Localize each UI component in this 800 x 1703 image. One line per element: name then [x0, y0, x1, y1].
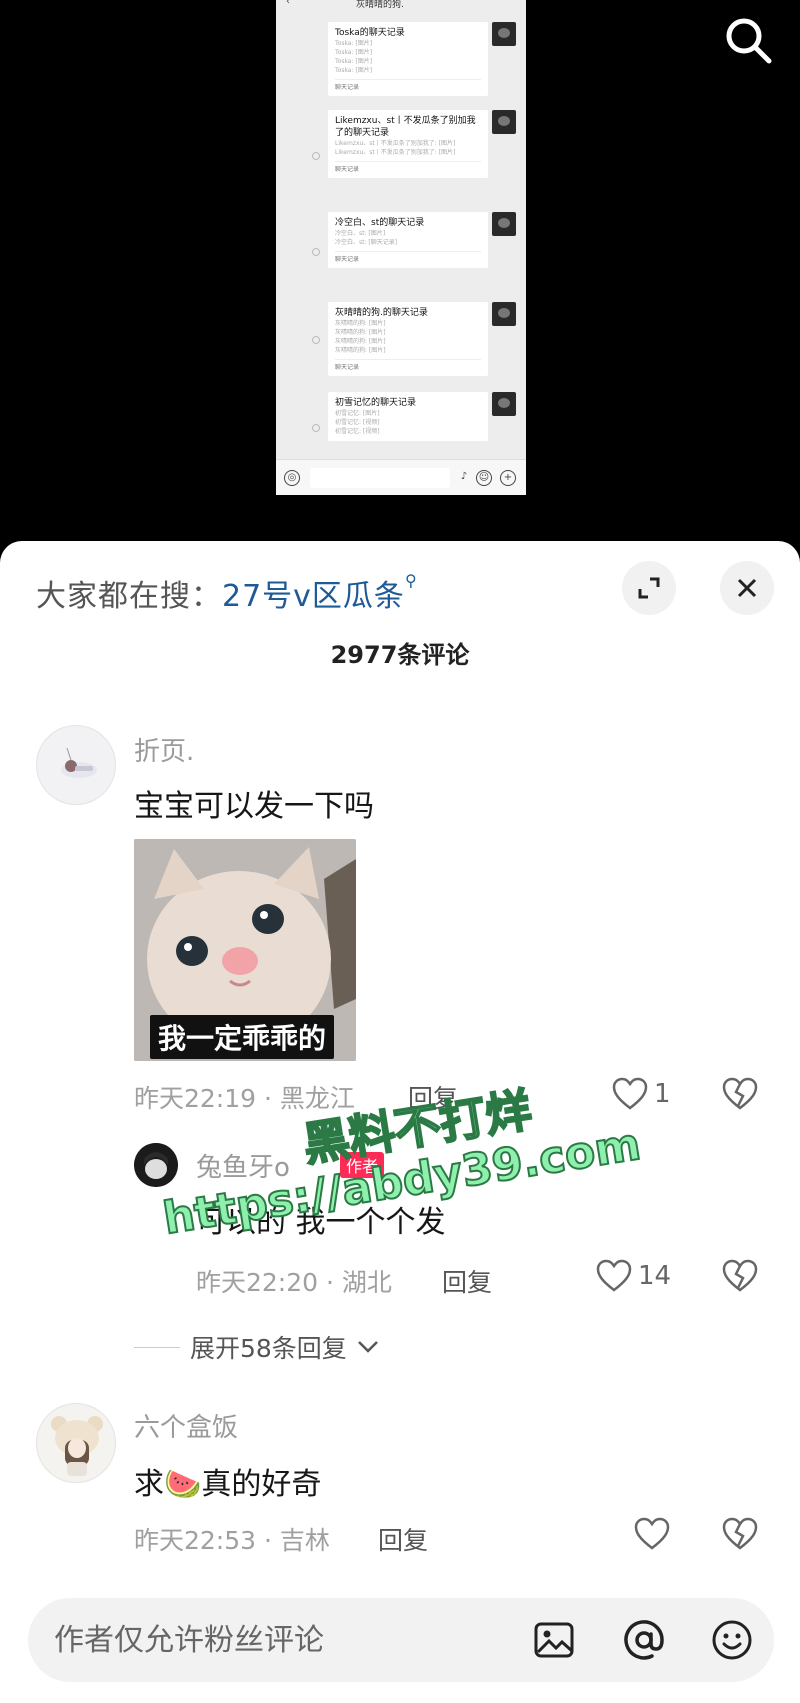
emoji-icon: ☺ — [476, 470, 492, 486]
expand-replies-label: 展开58条回复 — [190, 1334, 347, 1363]
chat-record-card: 初雪记忆的聊天记录 初雪记忆: [图片] 初雪记忆: [视频] 初雪记忆: [视… — [328, 392, 488, 441]
heart-icon — [612, 1077, 648, 1110]
comment-input-bar — [28, 1598, 774, 1682]
like-count: 1 — [654, 1079, 671, 1109]
comment-count: 2977条评论 — [330, 641, 470, 669]
expand-button[interactable] — [622, 561, 676, 615]
avatar[interactable] — [134, 1143, 178, 1187]
avatar — [492, 302, 516, 326]
like-button[interactable] — [634, 1517, 676, 1551]
broken-heart-icon — [722, 1259, 758, 1292]
author-tag: 作者 — [340, 1152, 385, 1178]
comment-meta: 昨天22:20 · 湖北 — [196, 1268, 392, 1297]
select-circle — [312, 424, 320, 432]
select-circle — [312, 336, 320, 344]
comment-text: 宝宝可以发一下吗 — [134, 789, 374, 824]
cat-sticker-image[interactable]: 我一定乖乖的 — [134, 839, 356, 1061]
voice-icon: ◎ — [284, 470, 300, 486]
comment-text: 可以的 我一个个发 — [196, 1205, 446, 1240]
trending-keyword[interactable]: 27号v区瓜条 — [222, 579, 405, 614]
chat-record-card: Toska的聊天记录 Toska: [图片] Toska: [图片] Toska… — [328, 22, 488, 96]
phone-header: ‹ 灰晴晴的狗. ··· — [276, 0, 526, 14]
dislike-button[interactable] — [722, 1077, 758, 1115]
phone-chat-title: 灰晴晴的狗. — [356, 0, 404, 10]
chat-record-card: 灰晴晴的狗.的聊天记录 灰晴晴的狗: [图片] 灰晴晴的狗: [图片] 灰晴晴的… — [328, 302, 488, 376]
chat-record-card: Likemzxu、st丨不发瓜条了别加我了的聊天记录 Likemzxu、st丨不… — [328, 110, 488, 178]
expand-replies-button[interactable]: 展开58条回复 — [134, 1329, 379, 1365]
dislike-button[interactable] — [722, 1259, 758, 1297]
mic-icon: ♪ — [460, 471, 468, 482]
phone-input-bar: ◎ ♪ ☺ + — [276, 459, 526, 495]
divider-line — [134, 1346, 180, 1348]
reply-button[interactable]: 回复 — [442, 1263, 492, 1299]
watermelon-emoji: 🍉 — [164, 1467, 202, 1502]
broken-heart-icon — [722, 1517, 758, 1550]
comment-author[interactable]: 兔鱼牙o — [196, 1147, 290, 1184]
avatar — [492, 392, 516, 416]
comment-input[interactable] — [54, 1618, 454, 1662]
avatar — [492, 110, 516, 134]
heart-icon — [634, 1517, 670, 1550]
avatar[interactable] — [36, 1403, 116, 1483]
phone-input — [310, 468, 450, 488]
reply-button[interactable]: 回复 — [378, 1521, 428, 1557]
chevron-down-icon — [357, 1341, 378, 1353]
broken-heart-icon — [722, 1077, 758, 1110]
select-circle — [312, 248, 320, 256]
comment-text: 求🍉真的好奇 — [134, 1467, 322, 1502]
video-screenshot: ‹ 灰晴晴的狗. ··· Toska的聊天记录 Toska: [图片] Tosk… — [276, 0, 526, 495]
trending-search[interactable]: 大家都在搜：27号v区瓜条⚲ — [36, 571, 418, 615]
at-icon[interactable] — [622, 1618, 666, 1662]
comment-meta: 昨天22:53 · 吉林 — [134, 1526, 330, 1555]
close-button[interactable] — [720, 561, 774, 615]
close-icon — [737, 578, 757, 598]
like-count: 14 — [638, 1261, 672, 1291]
trending-prefix: 大家都在搜： — [36, 579, 222, 614]
more-icon: ··· — [504, 0, 514, 5]
avatar — [492, 22, 516, 46]
like-button[interactable]: 14 — [596, 1259, 671, 1293]
select-circle — [312, 152, 320, 160]
avatar — [492, 212, 516, 236]
sticker-caption: 我一定乖乖的 — [150, 1015, 335, 1059]
comment-author[interactable]: 折页. — [134, 731, 194, 768]
comment-author[interactable]: 六个盒饭 — [134, 1407, 238, 1444]
like-button[interactable]: 1 — [612, 1077, 671, 1111]
plus-icon: + — [500, 470, 516, 486]
heart-icon — [596, 1259, 632, 1292]
reply-button[interactable]: 回复 — [408, 1079, 458, 1115]
image-icon[interactable] — [532, 1618, 576, 1662]
video-area[interactable]: ‹ 灰晴晴的狗. ··· Toska的聊天记录 Toska: [图片] Tosk… — [0, 0, 800, 545]
search-small-icon: ⚲ — [404, 571, 418, 590]
chat-record-card: 冷空白、st的聊天记录 冷空白、st: [图片] 冷空白、st: [聊天记录] … — [328, 212, 488, 268]
avatar[interactable] — [36, 725, 116, 805]
comment-panel: 大家都在搜：27号v区瓜条⚲ 2977条评论 折页. 宝宝可以发一下吗 我一定乖… — [0, 541, 800, 1703]
back-icon: ‹ — [286, 0, 290, 7]
expand-icon — [638, 577, 660, 599]
smile-icon[interactable] — [710, 1618, 754, 1662]
dislike-button[interactable] — [722, 1517, 758, 1555]
search-icon[interactable] — [722, 14, 774, 66]
comment-meta: 昨天22:19 · 黑龙江 — [134, 1084, 355, 1113]
